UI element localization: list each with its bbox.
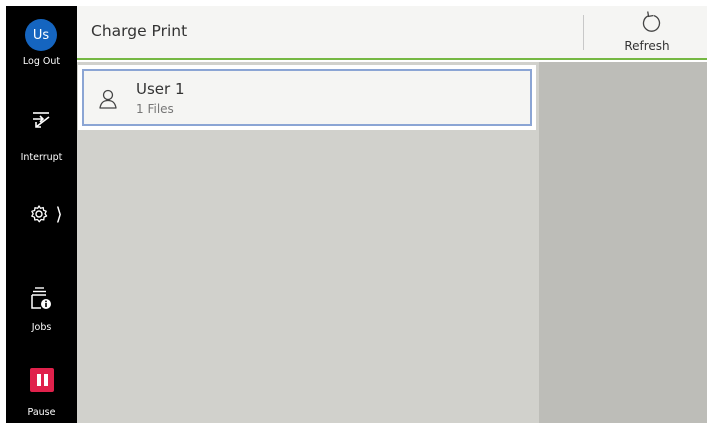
gear-icon <box>31 205 48 223</box>
avatar-initials: Us <box>32 27 50 43</box>
user-file-count: 1 Files <box>136 102 174 116</box>
pause-icon-bar <box>43 374 48 386</box>
pause-button[interactable] <box>30 368 54 392</box>
interrupt-icon <box>33 112 50 128</box>
pause-icon <box>36 374 41 386</box>
user-list-panel: User 1 1 Files <box>77 62 539 423</box>
jobs-info-icon <box>31 287 51 309</box>
sidebar: Us Log Out Interrupt ⟩ Jobs Pause <box>6 6 77 423</box>
header-bar: Charge Print Refresh <box>77 6 707 60</box>
user-name: User 1 <box>136 80 185 98</box>
interrupt-button[interactable] <box>28 109 54 131</box>
refresh-label: Refresh <box>624 39 670 53</box>
interrupt-label: Interrupt <box>20 152 63 163</box>
page-title: Charge Print <box>91 22 188 40</box>
jobs-label: Jobs <box>31 322 52 333</box>
settings-button[interactable]: ⟩ <box>24 202 68 226</box>
user-list-item[interactable]: User 1 1 Files <box>78 65 536 130</box>
user-avatar-button[interactable]: Us <box>25 19 57 51</box>
pause-label: Pause <box>27 407 56 418</box>
detail-pane <box>539 62 707 423</box>
header-divider <box>583 15 584 50</box>
jobs-button[interactable] <box>28 285 54 311</box>
user-icon <box>99 89 117 109</box>
refresh-button[interactable]: Refresh <box>587 6 707 58</box>
logout-label[interactable]: Log Out <box>6 56 77 67</box>
refresh-icon <box>642 11 661 32</box>
chevron-right-icon: ⟩ <box>55 203 63 225</box>
device-screen: Us Log Out Interrupt ⟩ Jobs Pause Charge… <box>6 6 707 423</box>
user-list-item-selected: User 1 1 Files <box>82 69 532 126</box>
